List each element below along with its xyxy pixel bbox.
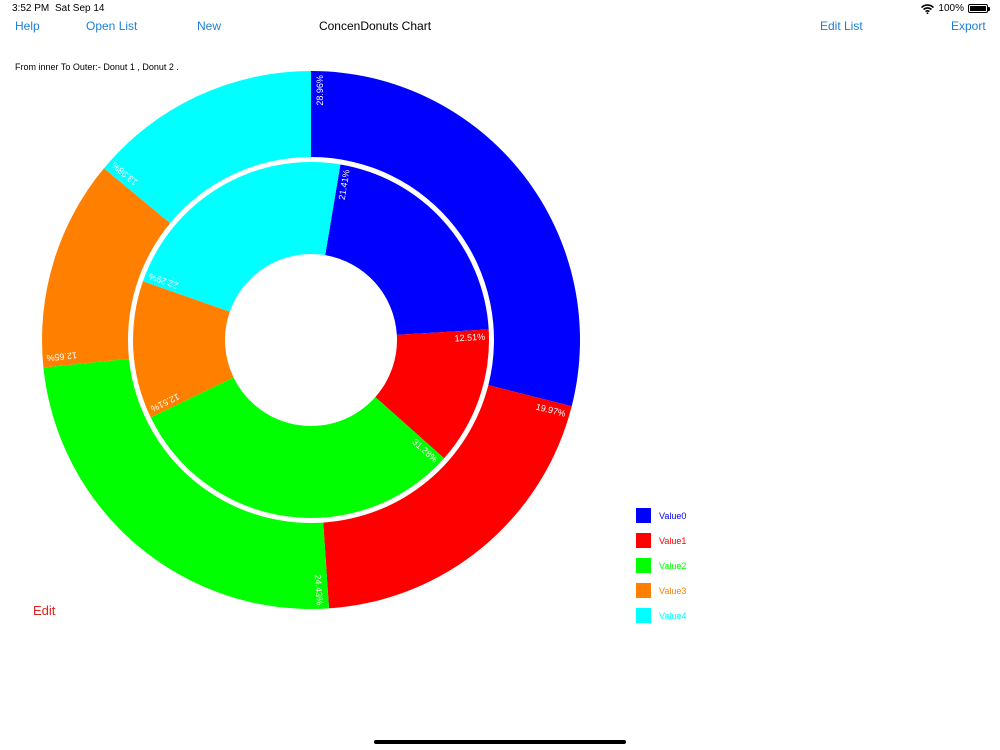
legend-label: Value2 xyxy=(659,560,687,571)
legend-swatch xyxy=(636,583,651,598)
chart-legend: Value0 Value1 Value2 Value3 Value4 xyxy=(636,503,686,628)
home-indicator xyxy=(374,740,626,744)
legend-label: Value4 xyxy=(659,610,687,621)
legend-item-value1: Value1 xyxy=(636,528,686,553)
slice-percent-label: 12.51% xyxy=(454,332,485,344)
legend-swatch xyxy=(636,533,651,548)
legend-item-value4: Value4 xyxy=(636,603,686,628)
legend-swatch xyxy=(636,508,651,523)
legend-swatch xyxy=(636,558,651,573)
edit-button[interactable]: Edit xyxy=(33,603,55,618)
legend-item-value3: Value3 xyxy=(636,578,686,603)
slice-percent-label: 28.96% xyxy=(315,75,325,106)
legend-label: Value1 xyxy=(659,535,687,546)
donut-slices xyxy=(42,70,580,609)
legend-item-value0: Value0 xyxy=(636,503,686,528)
legend-item-value2: Value2 xyxy=(636,553,686,578)
slice-percent-label: 24.43% xyxy=(313,574,325,605)
legend-label: Value0 xyxy=(659,510,687,521)
legend-label: Value3 xyxy=(659,585,687,596)
concentric-donut-chart: 21.41%12.51%31.28%12.51%22.29%28.96%19.9… xyxy=(42,70,580,609)
legend-swatch xyxy=(636,608,651,623)
